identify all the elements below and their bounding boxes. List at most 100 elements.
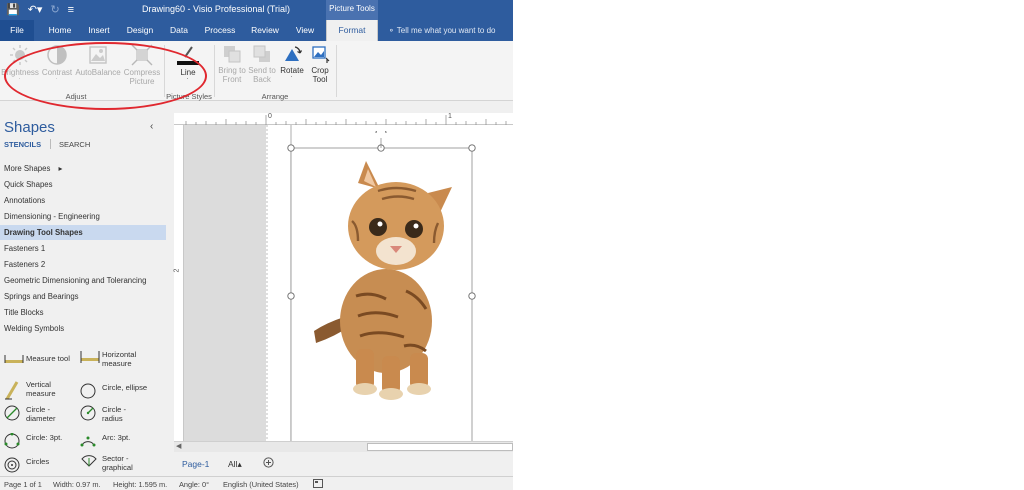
arrange-group-label: Arrange: [261, 92, 289, 101]
stencil-label: measure: [26, 389, 56, 398]
scroll-left-icon[interactable]: ◀: [176, 442, 181, 450]
stencil-label: Circles: [26, 457, 50, 466]
stencil-list-item-selected[interactable]: Drawing Tool Shapes: [0, 225, 166, 240]
status-language[interactable]: English (United States): [223, 480, 299, 489]
macro-record-icon[interactable]: [313, 479, 323, 490]
customize-qat-icon[interactable]: ≡: [68, 3, 74, 17]
stencil-label: Circle -: [26, 405, 51, 414]
circle-3pt-shape[interactable]: Circle: 3pt.: [4, 433, 80, 449]
status-page[interactable]: Page 1 of 1: [4, 480, 42, 489]
circle-diameter-shape[interactable]: Circle - diameter: [4, 405, 80, 427]
stencil-list-item[interactable]: Fasteners 2: [0, 257, 166, 272]
vertical-measure-shape[interactable]: Vertical measure: [4, 380, 80, 402]
stencil-label-block: Horizontal measure: [102, 350, 136, 368]
stencil-label-block: Sector - graphical: [102, 454, 133, 472]
stencil-list-item[interactable]: Annotations: [0, 193, 166, 208]
send-to-back-button[interactable]: Send to Back: [246, 44, 278, 84]
circle-radius-icon: [80, 405, 96, 421]
tab-format[interactable]: Format: [326, 20, 378, 41]
ruler-label: 1: [448, 113, 452, 120]
tab-divider: [50, 139, 51, 149]
tab-stencils[interactable]: STENCILS: [4, 140, 41, 149]
stencil-list-item[interactable]: Springs and Bearings: [0, 289, 166, 304]
caret-up-icon: ▴: [237, 459, 242, 469]
horizontal-measure-shape[interactable]: Horizontal measure: [80, 350, 164, 372]
stencil-label: Horizontal: [102, 350, 137, 359]
more-shapes-item[interactable]: More Shapes ▸: [0, 161, 166, 176]
circle-radius-shape[interactable]: Circle - radius: [80, 405, 164, 427]
group-divider: [336, 45, 337, 97]
sector-graphical-shape[interactable]: Sector - graphical: [80, 454, 164, 476]
stencil-list-item[interactable]: Welding Symbols: [0, 321, 166, 336]
circle-ellipse-icon: [80, 383, 96, 399]
collapse-panel-icon[interactable]: ‹: [150, 121, 153, 132]
drawing-canvas[interactable]: 0 1 2 ◀ Page-1 All▴: [166, 113, 513, 476]
ruler-label: 0: [268, 113, 272, 120]
stencil-label: Measure tool: [26, 354, 70, 363]
bring-to-front-button[interactable]: Bring to Front: [216, 44, 248, 84]
drawing-page[interactable]: [266, 125, 513, 441]
arc-3pt-shape[interactable]: Arc: 3pt.: [80, 433, 164, 449]
stencil-label: measure: [102, 359, 132, 368]
window-title: Drawing60 - Visio Professional (Trial): [142, 4, 291, 14]
crop-tool-button[interactable]: Crop Tool: [306, 44, 334, 84]
stencil-list-item[interactable]: Fasteners 1: [0, 241, 166, 256]
tab-process[interactable]: Process: [200, 20, 240, 41]
save-icon[interactable]: 💾: [6, 3, 20, 17]
tab-design[interactable]: Design: [122, 20, 158, 41]
crop-label-1: Crop: [311, 66, 329, 75]
chevron-right-icon: ▸: [58, 164, 63, 173]
tell-me-box[interactable]: ⚬ Tell me what you want to do: [388, 20, 496, 41]
stencil-list-item[interactable]: Title Blocks: [0, 305, 166, 320]
tab-insert[interactable]: Insert: [82, 20, 116, 41]
stencil-list-item[interactable]: Dimensioning - Engineering: [0, 209, 166, 224]
stencil-label: diameter: [26, 414, 56, 423]
stencil-label: Vertical: [26, 380, 51, 389]
send-label-1: Send to: [248, 66, 276, 75]
title-bar: 💾 ↶▾ ↻ ≡ Drawing60 - Visio Professional …: [0, 0, 513, 20]
add-page-button[interactable]: [263, 457, 274, 470]
stencil-list-item[interactable]: Geometric Dimensioning and Tolerancing: [0, 273, 166, 288]
undo-icon[interactable]: ↶▾: [28, 3, 43, 17]
stencil-label: Sector -: [102, 454, 129, 463]
vertical-measure-icon: [5, 381, 19, 400]
vertical-ruler: 2: [173, 125, 184, 441]
bring-label-2: Front: [222, 75, 242, 84]
measure-tool-shape[interactable]: Measure tool: [4, 354, 80, 372]
tab-review[interactable]: Review: [246, 20, 284, 41]
visio-window: 💾 ↶▾ ↻ ≡ Drawing60 - Visio Professional …: [0, 0, 513, 490]
stencil-label-block: Circle - radius: [102, 405, 126, 423]
status-bar: Page 1 of 1 Width: 0.97 m. Height: 1.595…: [0, 476, 513, 490]
tell-me-label: Tell me what you want to do: [396, 26, 496, 35]
send-to-back-icon: [253, 45, 270, 62]
stencil-label-block: Circle - diameter: [26, 405, 56, 423]
scrollbar-thumb[interactable]: [367, 443, 513, 451]
rotate-button[interactable]: Rotate ˙: [277, 44, 307, 84]
highlight-oval: [4, 42, 207, 110]
ruler-label: 2: [173, 268, 181, 273]
stencil-label: radius: [102, 414, 123, 423]
page-tab-page-1[interactable]: Page-1: [182, 459, 209, 469]
stencil-list-item[interactable]: Quick Shapes: [0, 177, 166, 192]
more-shapes-label: More Shapes: [4, 164, 51, 173]
rotate-icon: [285, 46, 302, 61]
quick-access-toolbar: 💾 ↶▾ ↻ ≡: [6, 3, 74, 17]
kitten-picture[interactable]: [286, 131, 476, 441]
tab-home[interactable]: Home: [44, 20, 76, 41]
redo-icon[interactable]: ↻: [50, 3, 59, 17]
ruler-ticks: [185, 115, 507, 125]
circle-ellipse-shape[interactable]: Circle, ellipse: [80, 383, 164, 399]
stencil-label: graphical: [102, 463, 133, 472]
rotate-label: Rotate: [280, 66, 304, 75]
crop-tool-icon: [312, 46, 330, 63]
lightbulb-icon: ⚬: [388, 26, 395, 35]
shapes-panel-title: Shapes: [4, 119, 55, 136]
horizontal-scrollbar[interactable]: ◀: [174, 441, 513, 452]
circles-shape[interactable]: Circles: [4, 457, 80, 473]
all-pages-button[interactable]: All▴: [228, 459, 242, 470]
tab-file[interactable]: File: [0, 20, 34, 41]
tab-view[interactable]: View: [290, 20, 320, 41]
stencil-label: Circle, ellipse: [102, 383, 148, 392]
tab-data[interactable]: Data: [164, 20, 194, 41]
tab-search[interactable]: SEARCH: [59, 140, 90, 149]
